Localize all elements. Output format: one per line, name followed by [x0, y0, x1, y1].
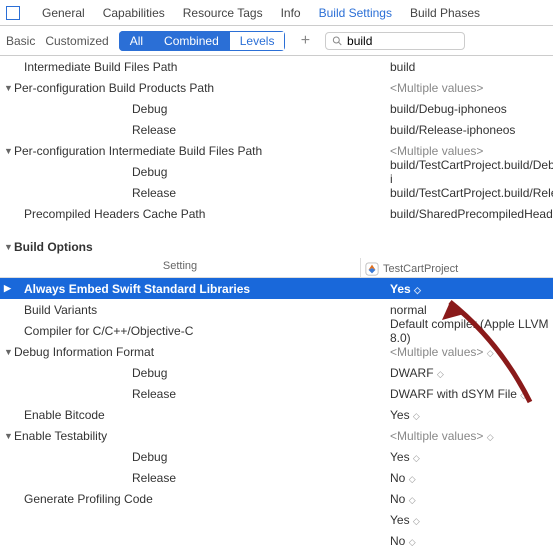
tab-build-phases[interactable]: Build Phases: [410, 6, 480, 20]
setting-value: <Multiple values>: [390, 81, 483, 95]
setting-label: Release: [4, 123, 176, 137]
updown-icon: ◇: [487, 348, 492, 358]
setting-label: Enable Testability: [14, 429, 107, 443]
scope-levels[interactable]: Levels: [230, 31, 286, 51]
scope-segment: All Combined Levels: [119, 31, 286, 51]
updown-icon: ◇: [437, 369, 442, 379]
setting-row[interactable]: Debug build/TestCartProject.build/Debug-…: [0, 161, 553, 182]
setting-row[interactable]: Release DWARF with dSYM File ◇: [0, 383, 553, 404]
section-title: Build Options: [14, 240, 93, 254]
setting-row[interactable]: ▶ Compiler for C/C++/Objective-C Default…: [0, 320, 553, 341]
setting-label: Compiler for C/C++/Objective-C: [14, 324, 193, 338]
column-header: Setting TestCartProject: [0, 258, 553, 278]
setting-label: Intermediate Build Files Path: [14, 60, 177, 74]
updown-icon: ◇: [413, 411, 418, 421]
setting-value[interactable]: DWARF with dSYM File ◇: [390, 387, 525, 401]
col-setting[interactable]: Setting: [0, 258, 360, 277]
setting-value[interactable]: Default compiler (Apple LLVM 8.0): [390, 317, 553, 345]
section-build-options[interactable]: ▼ Build Options: [0, 236, 553, 258]
setting-value[interactable]: <Multiple values> ◇: [390, 429, 492, 443]
setting-row[interactable]: Release build/TestCartProject.build/Rele…: [0, 182, 553, 203]
setting-label: Debug: [4, 102, 167, 116]
project-icon[interactable]: [6, 6, 20, 20]
updown-icon: ◇: [413, 453, 418, 463]
setting-value: build/TestCartProject.build/Release: [390, 186, 553, 200]
setting-label: Debug: [4, 450, 167, 464]
search-field[interactable]: [325, 32, 465, 50]
filter-customized[interactable]: Customized: [45, 34, 108, 48]
setting-label: Enable Bitcode: [14, 408, 105, 422]
updown-icon: ◇: [487, 432, 492, 442]
disclosure-icon[interactable]: ▼: [4, 242, 14, 252]
setting-label: Debug: [4, 165, 167, 179]
updown-icon: ◇: [414, 285, 419, 295]
disclosure-icon[interactable]: ▶: [4, 283, 14, 294]
updown-icon: ◇: [520, 390, 525, 400]
setting-label: Always Embed Swift Standard Libraries: [14, 282, 250, 296]
scope-all[interactable]: All: [119, 31, 154, 51]
setting-label: Per-configuration Build Products Path: [14, 81, 214, 95]
search-input[interactable]: [347, 34, 458, 48]
setting-row[interactable]: ▶ Generate Profiling Code No ◇: [0, 488, 553, 509]
setting-value[interactable]: DWARF ◇: [390, 366, 442, 380]
updown-icon: ◇: [409, 495, 414, 505]
tab-info[interactable]: Info: [281, 6, 301, 20]
setting-row[interactable]: ▶ Precompiled Headers Cache Path build/S…: [0, 203, 553, 224]
updown-icon: ◇: [409, 474, 414, 484]
setting-label: Per-configuration Intermediate Build Fil…: [14, 144, 262, 158]
settings-content: ▶ Intermediate Build Files Path build ▼ …: [0, 56, 553, 514]
disclosure-icon[interactable]: ▼: [4, 83, 14, 93]
setting-row[interactable]: Debug Yes ◇: [0, 446, 553, 467]
setting-value: <Multiple values>: [390, 144, 483, 158]
setting-label: Precompiled Headers Cache Path: [14, 207, 205, 221]
top-tabs: General Capabilities Resource Tags Info …: [0, 0, 553, 26]
setting-label: Debug Information Format: [14, 345, 154, 359]
search-icon: [332, 35, 343, 47]
app-icon: [365, 262, 379, 276]
scope-combined[interactable]: Combined: [154, 31, 230, 51]
setting-row[interactable]: ▼ Per-configuration Build Products Path …: [0, 77, 553, 98]
setting-value: build: [390, 60, 415, 74]
setting-row[interactable]: ▼ Enable Testability <Multiple values> ◇: [0, 425, 553, 446]
setting-value: build/TestCartProject.build/Debug-i: [390, 158, 553, 186]
setting-label: Build Variants: [14, 303, 97, 317]
tab-capabilities[interactable]: Capabilities: [103, 6, 165, 20]
setting-value[interactable]: Yes ◇: [390, 450, 418, 464]
setting-value[interactable]: No ◇: [390, 492, 414, 506]
disclosure-icon[interactable]: ▼: [4, 347, 14, 357]
setting-value[interactable]: Yes ◇: [390, 282, 419, 296]
setting-label: Release: [4, 471, 176, 485]
setting-value[interactable]: Yes ◇: [390, 408, 418, 422]
filter-bar: Basic Customized All Combined Levels +: [0, 26, 553, 56]
add-button[interactable]: +: [295, 32, 315, 50]
setting-row[interactable]: ▶ Enable Bitcode Yes ◇: [0, 404, 553, 425]
tab-resource-tags[interactable]: Resource Tags: [183, 6, 263, 20]
setting-label: Release: [4, 387, 176, 401]
tab-general[interactable]: General: [42, 6, 85, 20]
setting-row[interactable]: ▶ Intermediate Build Files Path build: [0, 56, 553, 77]
setting-value[interactable]: No ◇: [390, 471, 414, 485]
filter-basic[interactable]: Basic: [6, 34, 35, 48]
disclosure-icon[interactable]: ▼: [4, 431, 14, 441]
setting-label: Release: [4, 186, 176, 200]
setting-row[interactable]: ▶ Precompiled Header Uses Files From Bui…: [0, 509, 553, 514]
tab-build-settings[interactable]: Build Settings: [319, 6, 392, 20]
setting-row[interactable]: Debug build/Debug-iphoneos: [0, 98, 553, 119]
setting-row[interactable]: Debug DWARF ◇: [0, 362, 553, 383]
setting-row[interactable]: Release build/Release-iphoneos: [0, 119, 553, 140]
col-target-label: TestCartProject: [383, 263, 458, 275]
setting-value: build/Release-iphoneos: [390, 123, 515, 137]
setting-value[interactable]: normal: [390, 303, 427, 317]
col-target[interactable]: TestCartProject: [360, 258, 553, 277]
setting-value: build/SharedPrecompiledHeaders: [390, 207, 553, 221]
setting-label: Generate Profiling Code: [14, 492, 153, 506]
setting-row[interactable]: Release No ◇: [0, 467, 553, 488]
setting-row[interactable]: ▼ Debug Information Format <Multiple val…: [0, 341, 553, 362]
setting-value[interactable]: <Multiple values> ◇: [390, 345, 492, 359]
disclosure-icon[interactable]: ▼: [4, 146, 14, 156]
setting-row-selected[interactable]: ▶ Always Embed Swift Standard Libraries …: [0, 278, 553, 299]
setting-value: build/Debug-iphoneos: [390, 102, 507, 116]
setting-label: Debug: [4, 366, 167, 380]
